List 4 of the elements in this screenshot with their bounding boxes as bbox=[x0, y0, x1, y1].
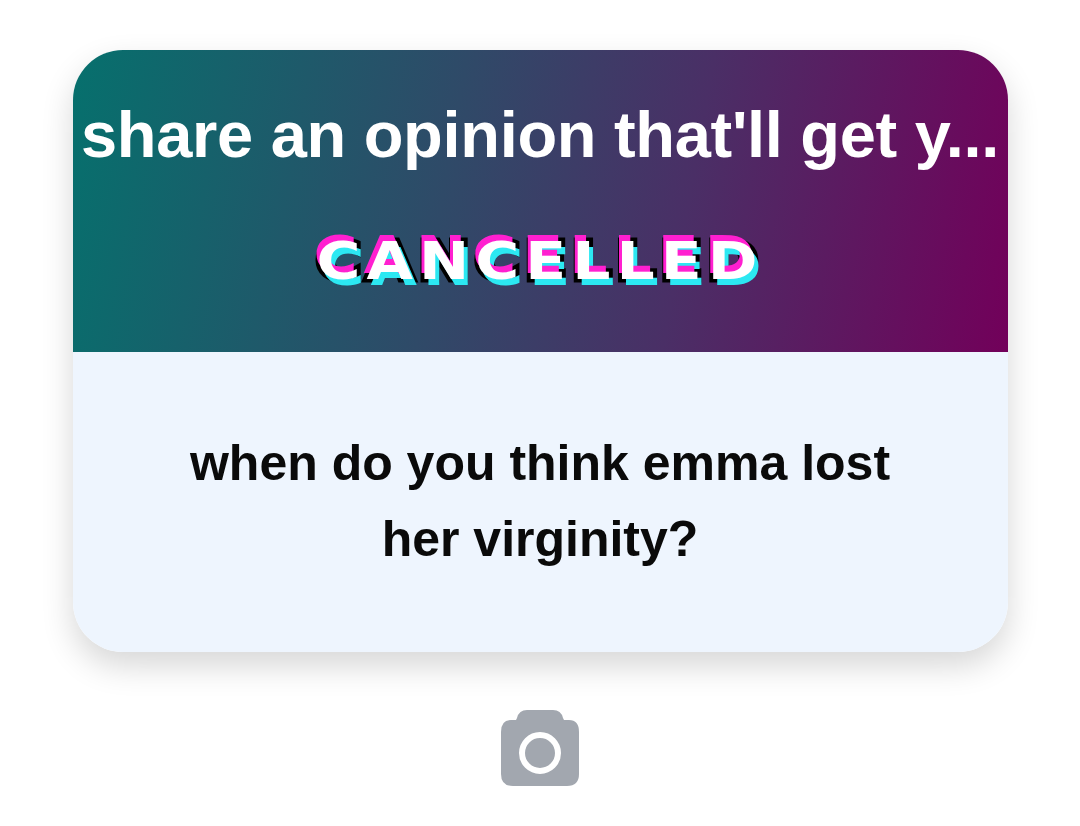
card-title: share an opinion that'll get y... bbox=[80, 97, 1000, 173]
sticker-text: CANCELLED bbox=[316, 234, 764, 288]
camera-icon[interactable] bbox=[501, 710, 579, 786]
question-text: when do you think emma lost her virginity? bbox=[188, 434, 892, 569]
